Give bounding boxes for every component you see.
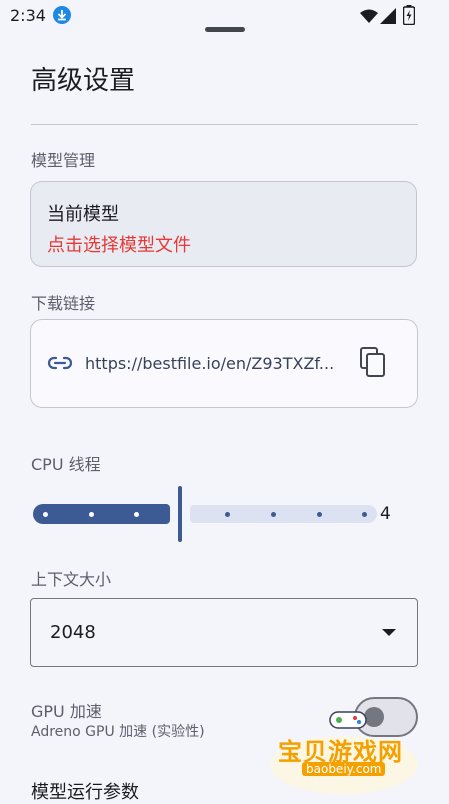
context-size-value: 2048 [50,622,96,643]
title-divider [31,124,418,125]
battery-charging-icon [402,5,416,29]
link-icon [47,353,73,377]
gpu-accel-subtitle: Adreno GPU 加速 (实验性) [31,724,205,740]
context-size-label: 上下文大小 [31,570,112,589]
download-section-label: 下载链接 [31,294,96,313]
slider-tick [317,512,322,517]
wifi-icon [360,8,378,27]
slider-tick [43,512,48,517]
signal-icon [380,8,396,28]
slider-active-track [33,504,170,524]
model-params-section-label: 模型运行参数 [31,782,139,803]
watermark-logo: 宝贝游戏网 baobeiy.com [270,706,420,796]
slider-tick [225,512,230,517]
dropdown-arrow-icon [382,629,396,636]
slider-tick [271,512,276,517]
slider-thumb[interactable] [178,486,182,542]
gpu-accel-title: GPU 加速 [31,702,102,721]
page-title: 高级设置 [31,66,136,96]
model-select-card[interactable]: 当前模型 点击选择模型文件 [30,181,417,267]
status-time: 2:34 [10,6,46,25]
model-section-label: 模型管理 [31,151,96,170]
download-url[interactable]: https://bestfile.io/en/Z93TXZf... [85,354,341,373]
cpu-threads-value: 4 [380,504,391,524]
select-model-hint: 点击选择模型文件 [47,235,191,256]
download-link-card[interactable]: https://bestfile.io/en/Z93TXZf... [30,319,418,408]
copy-icon[interactable] [358,346,388,382]
current-model-title: 当前模型 [47,204,119,225]
slider-tick [134,512,139,517]
bottom-sheet-drag-handle[interactable] [205,27,245,32]
watermark-domain: baobeiy.com [302,762,386,776]
cpu-threads-slider[interactable]: 4 [31,484,401,544]
slider-tick [89,512,94,517]
context-size-dropdown[interactable]: 2048 [30,598,418,667]
download-notification-icon [53,6,71,24]
slider-inactive-track [190,505,377,523]
slider-tick [362,512,367,517]
cpu-threads-label: CPU 线程 [31,455,101,474]
